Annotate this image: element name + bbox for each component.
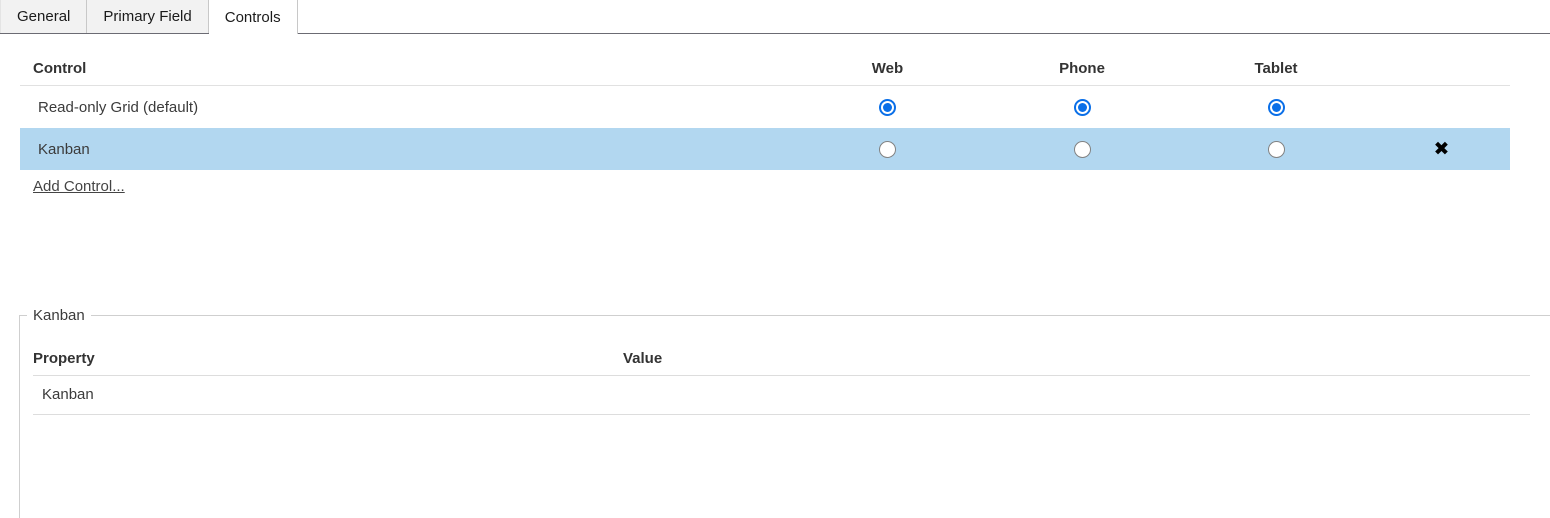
tab-general[interactable]: General <box>0 0 88 33</box>
radio-tablet-readonly-grid[interactable] <box>1267 98 1285 116</box>
tab-controls[interactable]: Controls <box>208 0 298 34</box>
properties-table-header-row: Property Value <box>33 346 1530 376</box>
controls-table: Control Web Phone Tablet Read-only Grid … <box>20 54 1510 170</box>
tab-strip: General Primary Field Controls <box>0 0 1550 34</box>
control-phone-cell <box>985 86 1179 129</box>
control-properties-legend: Kanban <box>33 307 85 324</box>
properties-table: Property Value Kanban <box>33 346 1530 415</box>
add-control-link[interactable]: Add Control... <box>33 178 125 195</box>
property-name-cell: Kanban <box>33 375 623 415</box>
column-header-actions <box>1373 54 1510 86</box>
radio-phone-kanban[interactable] <box>1073 140 1091 158</box>
control-tablet-cell <box>1179 128 1373 170</box>
table-row[interactable]: Read-only Grid (default) <box>20 86 1510 129</box>
control-name-cell: Read-only Grid (default) <box>38 98 199 116</box>
tab-list: General Primary Field Controls <box>0 0 1550 34</box>
table-row[interactable]: Kanban ✖ <box>20 128 1510 170</box>
control-phone-cell <box>985 128 1179 170</box>
column-header-value: Value <box>623 346 1530 376</box>
control-name-cell: Kanban <box>20 128 790 170</box>
column-header-phone: Phone <box>985 54 1179 86</box>
controls-section: Control Web Phone Tablet Read-only Grid … <box>0 34 1550 195</box>
control-web-cell <box>790 86 985 129</box>
control-web-cell <box>790 128 985 170</box>
tab-primary-field[interactable]: Primary Field <box>87 0 209 33</box>
property-value-cell[interactable] <box>623 375 1530 415</box>
radio-phone-readonly-grid[interactable] <box>1073 98 1091 116</box>
column-header-control: Control <box>20 54 790 86</box>
radio-web-readonly-grid[interactable] <box>879 98 896 116</box>
add-control-wrap: Add Control... <box>20 178 1550 195</box>
delete-control-icon[interactable]: ✖ <box>1434 139 1450 159</box>
column-header-web: Web <box>790 54 985 86</box>
controls-table-header-row: Control Web Phone Tablet <box>20 54 1510 86</box>
table-row[interactable]: Kanban <box>33 375 1530 415</box>
tab-general-label: General <box>17 8 71 25</box>
radio-web-kanban[interactable] <box>879 140 896 158</box>
column-header-property: Property <box>33 346 623 376</box>
tab-controls-label: Controls <box>224 8 281 26</box>
radio-tablet-kanban[interactable] <box>1267 140 1285 158</box>
control-properties-fieldset: Kanban Property Value Kanban <box>19 307 1550 518</box>
tab-primary-field-label: Primary Field <box>103 8 192 25</box>
column-header-tablet: Tablet <box>1179 54 1373 86</box>
control-tablet-cell <box>1179 86 1373 129</box>
control-actions-cell <box>1373 86 1510 129</box>
control-actions-cell: ✖ <box>1373 128 1510 170</box>
